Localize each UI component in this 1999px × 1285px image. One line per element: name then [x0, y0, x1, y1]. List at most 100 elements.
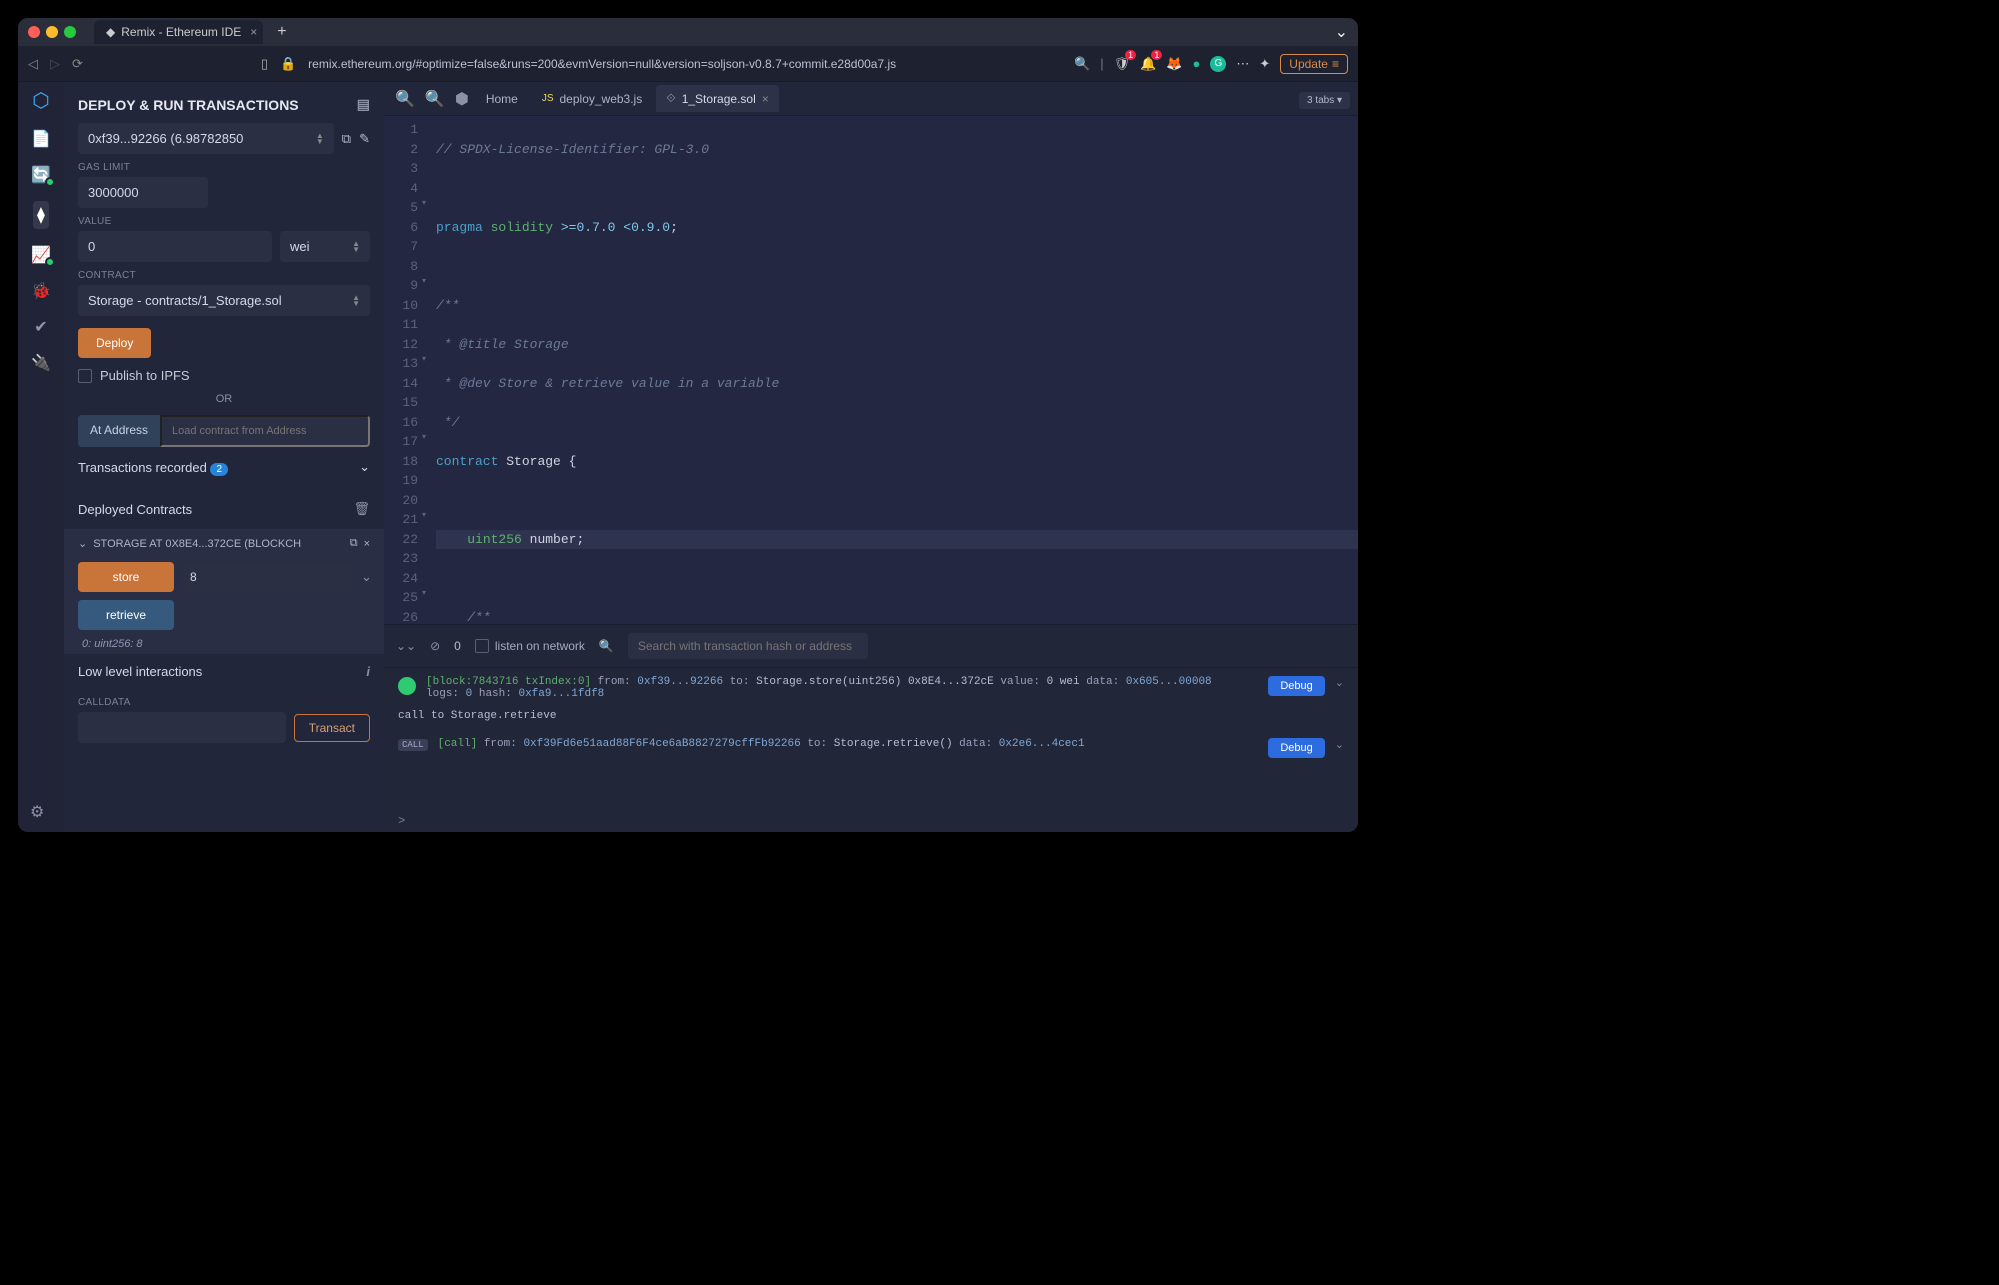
- checklist-icon[interactable]: ✔: [34, 317, 47, 337]
- deploy-button[interactable]: Deploy: [78, 328, 151, 358]
- account-select[interactable]: 0xf39...92266 (6.98782850 ▲▼: [78, 123, 334, 154]
- at-address-button[interactable]: At Address: [78, 415, 160, 447]
- close-instance-icon[interactable]: ×: [364, 538, 370, 550]
- low-level-label: Low level interactions: [78, 664, 202, 679]
- compiler-icon[interactable]: 🔄: [31, 165, 51, 185]
- terminal-body[interactable]: [block:7843716 txIndex:0] from: 0xf39...…: [384, 668, 1358, 810]
- chevron-down-icon[interactable]: ⌄: [1335, 676, 1344, 690]
- bookmark-icon[interactable]: ▯: [261, 56, 268, 72]
- url-text[interactable]: remix.ethereum.org/#optimize=false&runs=…: [308, 57, 896, 71]
- overflow-icon[interactable]: ⌄: [1335, 22, 1348, 42]
- pending-count: 0: [454, 639, 461, 653]
- code-content[interactable]: // SPDX-License-Identifier: GPL-3.0 prag…: [424, 116, 1358, 624]
- debug-button[interactable]: Debug: [1268, 738, 1324, 758]
- at-address-input[interactable]: [160, 415, 370, 447]
- browser-tab[interactable]: ◆ Remix - Ethereum IDE ×: [94, 20, 263, 44]
- deployed-contracts-label: Deployed Contracts: [78, 502, 192, 517]
- extension-g-icon[interactable]: G: [1210, 56, 1226, 72]
- publish-ipfs-checkbox[interactable]: Publish to IPFS: [78, 368, 370, 383]
- log-entry-tx[interactable]: [block:7843716 txIndex:0] from: 0xf39...…: [398, 676, 1344, 700]
- search-icon[interactable]: 🔍: [599, 639, 614, 653]
- home-icon[interactable]: ⬢: [452, 86, 472, 112]
- terminal: ⌄⌄ ⊘ 0 listen on network 🔍 [block:784371…: [384, 624, 1358, 832]
- tab-close-icon[interactable]: ×: [250, 25, 257, 39]
- transact-button[interactable]: Transact: [294, 714, 370, 742]
- file-explorer-icon[interactable]: 📄: [31, 129, 51, 149]
- line-gutter: 1234567891011121314151617181920212223242…: [384, 116, 424, 624]
- value-unit-select[interactable]: wei▲▼: [280, 231, 370, 262]
- deploy-icon[interactable]: ⧫: [33, 201, 49, 229]
- log-entry-call[interactable]: CALL [call] from: 0xf39Fd6e51aad88F6F4ce…: [398, 738, 1344, 758]
- zoom-icon[interactable]: 🔍: [1074, 56, 1090, 72]
- js-icon: JS: [542, 93, 554, 104]
- or-text: OR: [78, 393, 370, 405]
- debug-icon[interactable]: 🐞: [31, 281, 51, 301]
- close-dot[interactable]: [28, 26, 40, 38]
- code-editor[interactable]: 1234567891011121314151617181920212223242…: [384, 116, 1358, 624]
- success-icon: [398, 677, 416, 695]
- tab-favicon: ◆: [106, 25, 115, 39]
- contract-instance: ⌄ STORAGE AT 0X8E4...372CE (BLOCKCH ⧉ × …: [64, 529, 384, 654]
- edit-account-icon[interactable]: ✎: [359, 131, 370, 147]
- debug-button[interactable]: Debug: [1268, 676, 1324, 696]
- zoom-in-icon[interactable]: 🔍: [422, 86, 448, 112]
- fn-store-input[interactable]: [182, 563, 353, 591]
- extension-fox-icon[interactable]: 🦊: [1166, 56, 1182, 72]
- trash-icon[interactable]: 🗑: [353, 501, 370, 517]
- extension-more-icon[interactable]: ⋯: [1236, 56, 1249, 72]
- solidity-icon: ⟐: [666, 91, 675, 106]
- extensions-icon[interactable]: ✦: [1259, 56, 1270, 72]
- nav-back-icon[interactable]: ◁: [28, 56, 38, 72]
- info-icon[interactable]: i: [366, 664, 370, 679]
- instance-name: STORAGE AT 0X8E4...372CE (BLOCKCH: [93, 538, 301, 550]
- contract-select[interactable]: Storage - contracts/1_Storage.sol▲▼: [78, 285, 370, 316]
- terminal-search-input[interactable]: [628, 633, 868, 659]
- update-button[interactable]: Update≡: [1280, 54, 1348, 74]
- contract-label: CONTRACT: [78, 270, 370, 281]
- clear-terminal-icon[interactable]: ⊘: [430, 639, 440, 653]
- copy-address-icon[interactable]: ⧉: [350, 537, 358, 550]
- plugin-icon[interactable]: 🔌: [31, 353, 51, 373]
- analytics-icon[interactable]: 📈: [31, 245, 51, 265]
- max-dot[interactable]: [64, 26, 76, 38]
- extension-bell-icon[interactable]: 🔔1: [1140, 56, 1156, 72]
- settings-icon[interactable]: ⚙: [30, 802, 44, 822]
- deploy-panel: DEPLOY & RUN TRANSACTIONS ▤ 0xf39...9226…: [64, 82, 384, 832]
- collapse-terminal-icon[interactable]: ⌄⌄: [396, 639, 416, 653]
- window-titlebar: ◆ Remix - Ethereum IDE × + ⌄: [18, 18, 1358, 46]
- value-label: VALUE: [78, 216, 370, 227]
- reload-icon[interactable]: ⟳: [72, 56, 83, 72]
- chevron-down-icon[interactable]: ⌄: [78, 537, 87, 550]
- editor-tabbar: 🔍 🔍 ⬢ Home JSdeploy_web3.js ⟐1_Storage.s…: [384, 82, 1358, 116]
- log-entry-text: call to Storage.retrieve: [398, 710, 1344, 722]
- call-badge: CALL: [398, 739, 428, 751]
- extension-shield-icon[interactable]: 🛡1: [1114, 56, 1131, 72]
- nav-fwd-icon[interactable]: ▷: [50, 56, 60, 72]
- calldata-input[interactable]: [78, 712, 286, 743]
- tab-home[interactable]: Home: [476, 86, 528, 112]
- close-tab-icon[interactable]: ×: [762, 92, 769, 106]
- remix-logo-icon[interactable]: ⬡: [32, 88, 49, 113]
- gas-limit-input[interactable]: [78, 177, 208, 208]
- copy-account-icon[interactable]: ⧉: [342, 131, 351, 147]
- new-tab-button[interactable]: +: [277, 23, 286, 41]
- zoom-out-icon[interactable]: 🔍: [392, 86, 418, 112]
- gas-limit-label: GAS LIMIT: [78, 162, 370, 173]
- lock-icon: 🔒: [280, 56, 296, 72]
- chevron-down-icon[interactable]: ⌄: [361, 569, 372, 585]
- chevron-down-icon: ⌄: [359, 459, 370, 475]
- fn-store-button[interactable]: store: [78, 562, 174, 592]
- fn-retrieve-button[interactable]: retrieve: [78, 600, 174, 630]
- value-input[interactable]: [78, 231, 272, 262]
- tab-storage-sol[interactable]: ⟐1_Storage.sol×: [656, 85, 779, 112]
- extension-dot-icon[interactable]: ●: [1193, 56, 1201, 71]
- listen-network-checkbox[interactable]: listen on network: [475, 639, 585, 653]
- min-dot[interactable]: [46, 26, 58, 38]
- chevron-down-icon[interactable]: ⌄: [1335, 738, 1344, 752]
- tabs-count-button[interactable]: 3 tabs ▾: [1299, 92, 1350, 109]
- tx-recorded-accordion[interactable]: Transactions recorded 2 ⌄: [78, 451, 370, 483]
- panel-menu-icon[interactable]: ▤: [357, 96, 370, 113]
- terminal-prompt[interactable]: >: [384, 810, 1358, 832]
- calldata-label: CALLDATA: [78, 697, 370, 708]
- tab-deploy-web3[interactable]: JSdeploy_web3.js: [532, 86, 652, 112]
